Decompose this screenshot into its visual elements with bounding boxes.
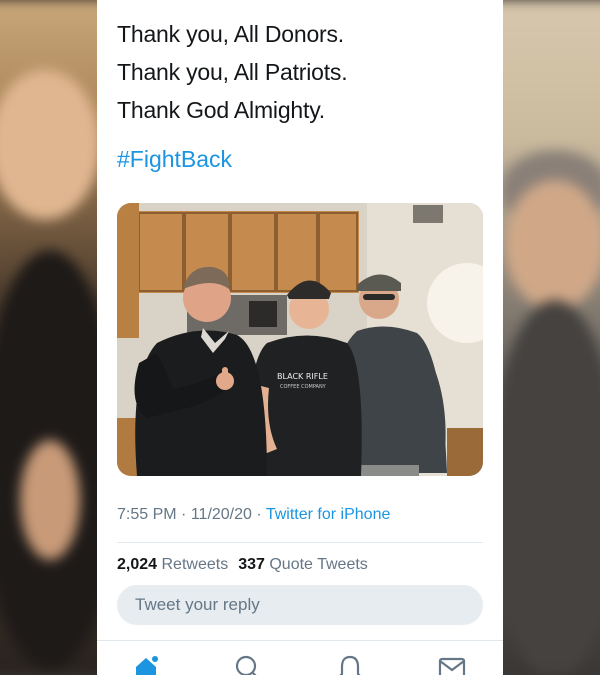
home-icon[interactable] — [131, 653, 161, 675]
search-icon[interactable] — [233, 653, 263, 675]
shirt-logo-subtext: COFFEE COMPANY — [280, 384, 327, 390]
retweets-count: 2,024 — [117, 556, 158, 573]
divider — [117, 542, 483, 543]
quote-tweets-label: Quote Tweets — [269, 556, 368, 573]
tweet-date: 11/20/20 — [190, 506, 252, 523]
tweet-text: Thank you, All Donors. Thank you, All Pa… — [117, 15, 348, 129]
shirt-logo-text: BLACK RIFLE — [277, 372, 328, 381]
quote-tweets-stat[interactable]: 337 Quote Tweets — [238, 556, 368, 573]
meta-separator: · — [181, 506, 187, 523]
bottom-tab-bar — [97, 640, 503, 675]
tweet-line: Thank God Almighty. — [117, 97, 325, 123]
retweets-label: Retweets — [161, 556, 229, 573]
hashtag-link[interactable]: #FightBack — [117, 142, 232, 176]
meta-separator: · — [256, 506, 262, 523]
tweet-stats: 2,024 Retweets 337 Quote Tweets — [117, 556, 368, 574]
reply-input[interactable]: Tweet your reply — [117, 585, 483, 625]
tweet-photo[interactable]: BLACK RIFLE COFFEE COMPANY — [117, 203, 483, 476]
tweet-source-link[interactable]: Twitter for iPhone — [266, 506, 391, 523]
notifications-icon[interactable] — [335, 653, 365, 675]
retweets-stat[interactable]: 2,024 Retweets — [117, 556, 228, 573]
tweet-detail-screen: Thank you, All Donors. Thank you, All Pa… — [97, 0, 503, 675]
tweet-line: Thank you, All Patriots. — [117, 59, 348, 85]
quote-tweets-count: 337 — [238, 556, 265, 573]
tweet-timestamp: 7:55 PM · 11/20/20 · Twitter for iPhone — [117, 506, 390, 524]
tweet-line: Thank you, All Donors. — [117, 21, 344, 47]
tweet-time: 7:55 PM — [117, 506, 177, 523]
photo-scene: BLACK RIFLE COFFEE COMPANY — [117, 203, 483, 476]
messages-icon[interactable] — [437, 653, 467, 675]
